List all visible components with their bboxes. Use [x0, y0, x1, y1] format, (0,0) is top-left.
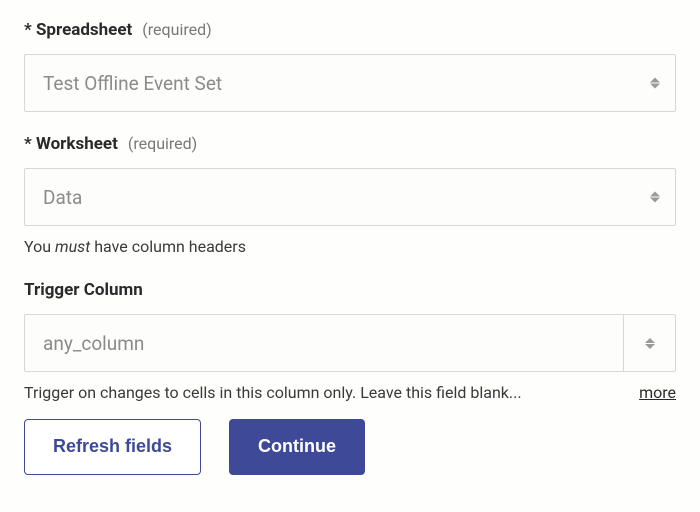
continue-button[interactable]: Continue	[229, 419, 365, 475]
trigger-column-select[interactable]: any_column	[24, 314, 676, 372]
worksheet-label: * Worksheet (required)	[24, 134, 676, 154]
refresh-fields-button[interactable]: Refresh fields	[24, 419, 201, 475]
trigger-column-select-wrapper: any_column	[24, 314, 676, 372]
required-asterisk: *	[24, 134, 32, 154]
trigger-column-label: Trigger Column	[24, 280, 676, 300]
trigger-column-value: any_column	[43, 332, 623, 355]
spreadsheet-value: Test Offline Event Set	[43, 72, 222, 95]
worksheet-label-text: Worksheet	[36, 134, 118, 154]
help-emphasis: must	[55, 237, 90, 256]
worksheet-select-wrapper: Data	[24, 168, 676, 226]
worksheet-value: Data	[43, 186, 82, 209]
trigger-column-help-row: Trigger on changes to cells in this colu…	[24, 382, 676, 404]
required-asterisk: *	[24, 20, 32, 40]
worksheet-help-text: You must have column headers	[24, 236, 676, 258]
required-tag: (required)	[128, 134, 197, 153]
trigger-column-label-text: Trigger Column	[24, 280, 143, 300]
trigger-column-help-text: Trigger on changes to cells in this colu…	[24, 382, 625, 404]
chevron-up-down-icon	[623, 315, 675, 371]
chevron-up-down-icon	[650, 192, 660, 203]
spreadsheet-select[interactable]: Test Offline Event Set	[24, 54, 676, 112]
spreadsheet-label-text: Spreadsheet	[36, 20, 132, 40]
chevron-up-down-icon	[650, 78, 660, 89]
worksheet-field: * Worksheet (required) Data You must hav…	[24, 134, 676, 258]
button-row: Refresh fields Continue	[24, 419, 676, 475]
trigger-column-field: Trigger Column any_column Trigger on cha…	[24, 280, 676, 404]
spreadsheet-label: * Spreadsheet (required)	[24, 20, 676, 40]
required-tag: (required)	[142, 20, 211, 39]
spreadsheet-select-wrapper: Test Offline Event Set	[24, 54, 676, 112]
more-link[interactable]: more	[639, 383, 676, 402]
spreadsheet-field: * Spreadsheet (required) Test Offline Ev…	[24, 20, 676, 112]
worksheet-select[interactable]: Data	[24, 168, 676, 226]
